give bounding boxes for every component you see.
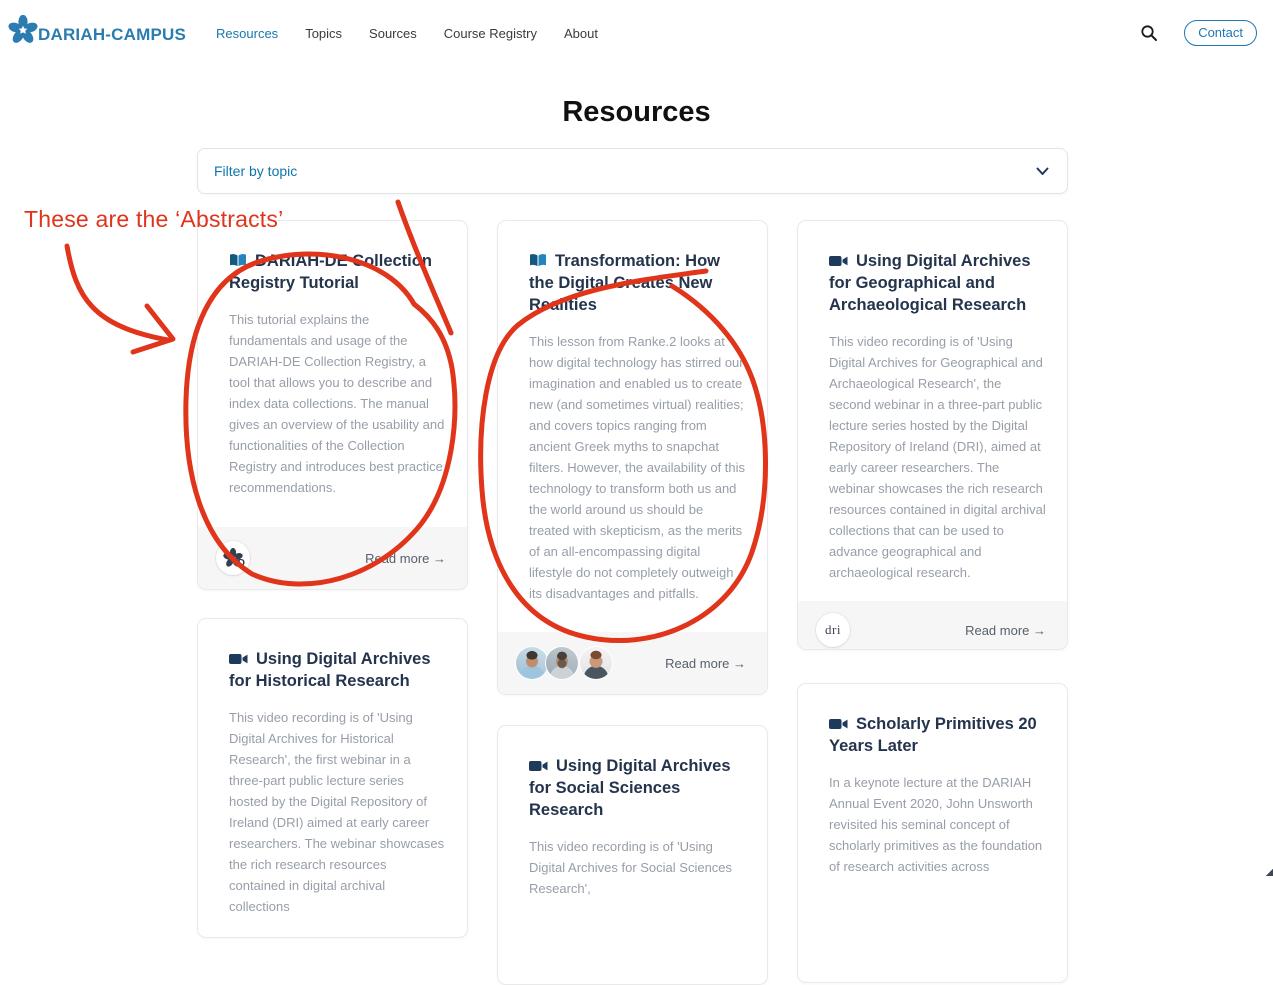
video-icon — [829, 717, 848, 731]
card-title-text: Using Digital Archives for Geographical … — [829, 252, 1031, 314]
top-navigation-bar: DARIAH-CAMPUS Resources Topics Sources C… — [0, 0, 1273, 66]
read-more-link[interactable]: Read more → — [665, 656, 746, 671]
card-abstract: This video recording is of 'Using Digita… — [229, 707, 446, 917]
card-footer: dri Read more → — [798, 601, 1067, 650]
dri-logo: dri — [816, 613, 850, 647]
card-abstract: This video recording is of 'Using Digita… — [529, 836, 746, 899]
card-footer: D Read more → — [198, 527, 467, 589]
author-avatar — [516, 647, 548, 679]
filter-by-topic-dropdown[interactable]: Filter by topic — [197, 148, 1068, 194]
dri-logo-text: dri — [825, 622, 841, 638]
card-abstract: This video recording is of 'Using Digita… — [829, 331, 1046, 583]
resource-card[interactable]: Scholarly Primitives 20 Years Later In a… — [797, 683, 1068, 983]
resource-card[interactable]: Using Digital Archives for Geographical … — [797, 220, 1068, 650]
scrollbar-corner[interactable] — [1265, 868, 1273, 876]
card-footer: Read more → — [498, 632, 767, 694]
card-title-text: Using Digital Archives for Historical Re… — [229, 650, 431, 690]
dariah-de-logo: D — [216, 541, 250, 575]
card-title[interactable]: DARIAH-DE Collection Registry Tutorial — [229, 250, 446, 294]
dariah-flower-icon — [8, 15, 38, 45]
header-actions: Contact — [1140, 20, 1273, 46]
card-title-text: Scholarly Primitives 20 Years Later — [829, 715, 1037, 755]
search-icon[interactable] — [1140, 24, 1158, 42]
page-title: Resources — [0, 96, 1273, 129]
card-content: Using Digital Archives for Social Scienc… — [498, 726, 767, 984]
card-content: Scholarly Primitives 20 Years Later In a… — [798, 684, 1067, 982]
author-avatar — [546, 647, 578, 679]
card-abstract: This lesson from Ranke.2 looks at how di… — [529, 331, 746, 604]
filter-label: Filter by topic — [214, 163, 297, 179]
nav-item-about[interactable]: About — [564, 26, 598, 41]
card-title[interactable]: Using Digital Archives for Historical Re… — [229, 648, 446, 692]
contact-button[interactable]: Contact — [1184, 20, 1257, 46]
video-icon — [829, 254, 848, 268]
card-title-text: Transformation: How the Digital Creates … — [529, 252, 720, 314]
main-nav: Resources Topics Sources Course Registry… — [216, 26, 598, 41]
annotation-arrow-head — [133, 306, 173, 352]
card-abstract: In a keynote lecture at the DARIAH Annua… — [829, 772, 1046, 877]
book-icon — [529, 253, 547, 268]
nav-item-resources[interactable]: Resources — [216, 26, 278, 41]
resource-card[interactable]: Using Digital Archives for Historical Re… — [197, 618, 468, 938]
read-more-link[interactable]: Read more → — [965, 623, 1046, 638]
card-title[interactable]: Transformation: How the Digital Creates … — [529, 250, 746, 316]
card-title-text: Using Digital Archives for Social Scienc… — [529, 757, 731, 819]
nav-item-topics[interactable]: Topics — [305, 26, 342, 41]
card-title[interactable]: Using Digital Archives for Social Scienc… — [529, 755, 746, 821]
nav-item-course-registry[interactable]: Course Registry — [444, 26, 537, 41]
card-content: DARIAH-DE Collection Registry Tutorial T… — [198, 221, 467, 527]
card-content: Transformation: How the Digital Creates … — [498, 221, 767, 632]
dariah-de-d-letter: D — [238, 558, 245, 569]
author-avatar — [580, 647, 612, 679]
annotation-arrow-shaft — [67, 246, 168, 340]
resource-card[interactable]: DARIAH-DE Collection Registry Tutorial T… — [197, 220, 468, 590]
read-more-link[interactable]: Read more → — [365, 551, 446, 566]
logo-wordmark: DARIAH-CAMPUS — [38, 25, 186, 45]
video-icon — [529, 759, 548, 773]
card-title[interactable]: Scholarly Primitives 20 Years Later — [829, 713, 1046, 757]
author-avatars — [516, 647, 612, 679]
card-abstract: This tutorial explains the fundamentals … — [229, 309, 446, 498]
card-title[interactable]: Using Digital Archives for Geographical … — [829, 250, 1046, 316]
dariah-campus-logo[interactable]: DARIAH-CAMPUS — [8, 21, 186, 45]
card-content: Using Digital Archives for Geographical … — [798, 221, 1067, 601]
book-icon — [229, 253, 247, 268]
nav-item-sources[interactable]: Sources — [369, 26, 417, 41]
resource-card[interactable]: Using Digital Archives for Social Scienc… — [497, 725, 768, 985]
card-content: Using Digital Archives for Historical Re… — [198, 619, 467, 937]
card-title-text: DARIAH-DE Collection Registry Tutorial — [229, 252, 432, 292]
resource-card[interactable]: Transformation: How the Digital Creates … — [497, 220, 768, 695]
chevron-down-icon — [1036, 167, 1049, 176]
video-icon — [229, 652, 248, 666]
